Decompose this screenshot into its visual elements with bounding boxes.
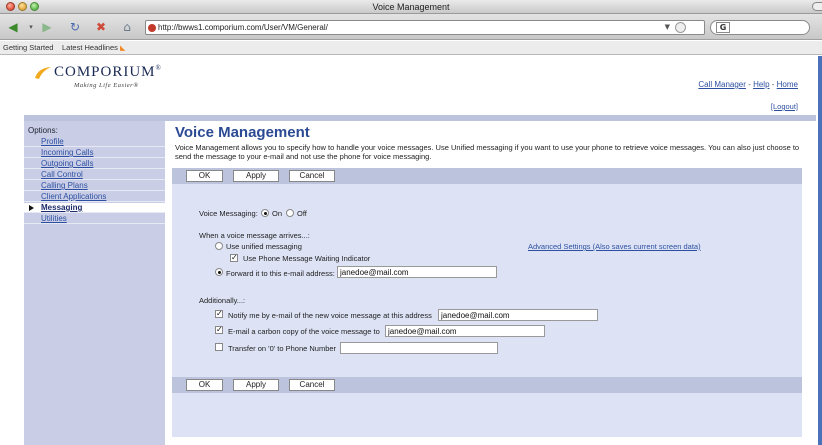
reload-icon[interactable]: ↻ (66, 19, 84, 35)
web-page: COMPORIUM® Making Life Easier® Call Mana… (0, 56, 822, 445)
site-favicon (148, 24, 156, 32)
notify-checkbox[interactable]: ✓ (215, 310, 223, 318)
go-icon[interactable] (675, 22, 686, 33)
logout: [Logout] (771, 102, 798, 111)
sidebar-item-utilities[interactable]: Utilities (24, 214, 165, 224)
advanced-settings-link[interactable]: Advanced Settings (Also saves current sc… (528, 242, 701, 251)
sidebar-item-profile[interactable]: Profile (24, 137, 165, 147)
stop-icon[interactable]: ✖ (92, 19, 110, 35)
voice-settings-form: Voice Messaging: On Off When a voice mes… (172, 184, 802, 437)
notify-label: Notify me by e-mail of the new voice mes… (228, 311, 432, 320)
sidebar-item-messaging[interactable]: Messaging (24, 203, 165, 213)
forward-email-label: Forward it to this e-mail address: (226, 269, 335, 278)
cancel-button[interactable]: Cancel (289, 170, 335, 182)
home-link[interactable]: Home (777, 80, 798, 89)
carbon-copy-email-field[interactable] (385, 325, 545, 337)
address-bar[interactable]: http://bwws1.comporium.com/User/VM/Gener… (145, 20, 705, 35)
top-links: Call Manager - Help - Home (698, 80, 798, 89)
page-description: Voice Management allows you to specify h… (175, 143, 800, 161)
voice-messaging-on-radio[interactable] (261, 209, 269, 217)
cancel-button-bottom[interactable]: Cancel (289, 379, 335, 391)
carbon-copy-checkbox[interactable]: ✓ (215, 326, 223, 334)
rss-icon: ◣ (119, 45, 126, 52)
carbon-copy-label: E-mail a carbon copy of the voice messag… (228, 327, 380, 336)
sidebar-item-calling-plans[interactable]: Calling Plans (24, 181, 165, 191)
bookmarks-bar: Getting Started Latest Headlines ◣ (0, 41, 822, 55)
active-bullet-icon (29, 205, 34, 211)
voice-messaging-off-label: Off (297, 209, 307, 218)
unified-messaging-label: Use unified messaging (226, 242, 302, 251)
toolbar-toggle-icon[interactable] (812, 2, 822, 11)
notify-email-field[interactable] (438, 309, 598, 321)
brand-tagline: Making Life Easier® (74, 82, 139, 89)
sidebar-item-client-applications[interactable]: Client Applications (24, 192, 165, 202)
apply-button[interactable]: Apply (233, 170, 279, 182)
transfer-number-field[interactable] (340, 342, 498, 354)
ok-button[interactable]: OK (186, 170, 223, 182)
mwi-label: Use Phone Message Waiting Indicator (243, 254, 371, 263)
brand-name: COMPORIUM® (54, 64, 162, 80)
back-icon[interactable]: ◀ (4, 19, 22, 35)
help-link[interactable]: Help (753, 80, 769, 89)
home-icon[interactable]: ⌂ (118, 19, 136, 35)
window-edge (818, 56, 822, 445)
forward-email-radio[interactable] (215, 268, 223, 276)
top-button-bar: OK Apply Cancel (172, 168, 802, 184)
voice-messaging-off-radio[interactable] (286, 209, 294, 217)
logo-swoosh-icon (35, 67, 51, 79)
forward-email-field[interactable] (337, 266, 497, 278)
when-arrives-label: When a voice message arrives...: (199, 231, 310, 240)
url-text: http://bwws1.comporium.com/User/VM/Gener… (158, 23, 328, 32)
page-title: Voice Management (175, 124, 310, 141)
logout-link[interactable]: [Logout] (771, 102, 798, 111)
window-title: Voice Management (372, 2, 450, 12)
bookmark-getting-started[interactable]: Getting Started (3, 43, 53, 52)
ok-button-bottom[interactable]: OK (186, 379, 223, 391)
search-input[interactable]: G (710, 20, 810, 35)
additionally-label: Additionally...: (199, 296, 246, 305)
unified-messaging-radio[interactable] (215, 242, 223, 250)
sidebar-item-outgoing-calls[interactable]: Outgoing Calls (24, 159, 165, 169)
voice-messaging-label: Voice Messaging: (199, 209, 258, 218)
call-manager-link[interactable]: Call Manager (698, 80, 746, 89)
mwi-checkbox[interactable]: ✓ (230, 254, 238, 262)
browser-toolbar: ◀ ▾ ▶ ↻ ✖ ⌂ http://bwws1.comporium.com/U… (0, 14, 822, 40)
google-search-icon[interactable]: G (716, 22, 730, 33)
voice-messaging-on-label: On (272, 209, 283, 218)
forward-icon[interactable]: ▶ (38, 19, 56, 35)
history-dropdown-icon[interactable]: ▼ (665, 23, 670, 31)
transfer-checkbox[interactable] (215, 343, 223, 351)
sidebar-heading: Options: (28, 126, 58, 135)
window-titlebar: Voice Management (0, 0, 822, 14)
apply-button-bottom[interactable]: Apply (233, 379, 279, 391)
transfer-label: Transfer on '0' to Phone Number (228, 344, 337, 353)
options-sidebar: Options: Profile Incoming Calls Outgoing… (24, 121, 165, 445)
bookmark-latest-headlines[interactable]: Latest Headlines ◣ (62, 43, 125, 52)
bottom-button-bar: OK Apply Cancel (172, 377, 802, 393)
sidebar-item-incoming-calls[interactable]: Incoming Calls (24, 148, 165, 158)
sidebar-item-call-control[interactable]: Call Control (24, 170, 165, 180)
